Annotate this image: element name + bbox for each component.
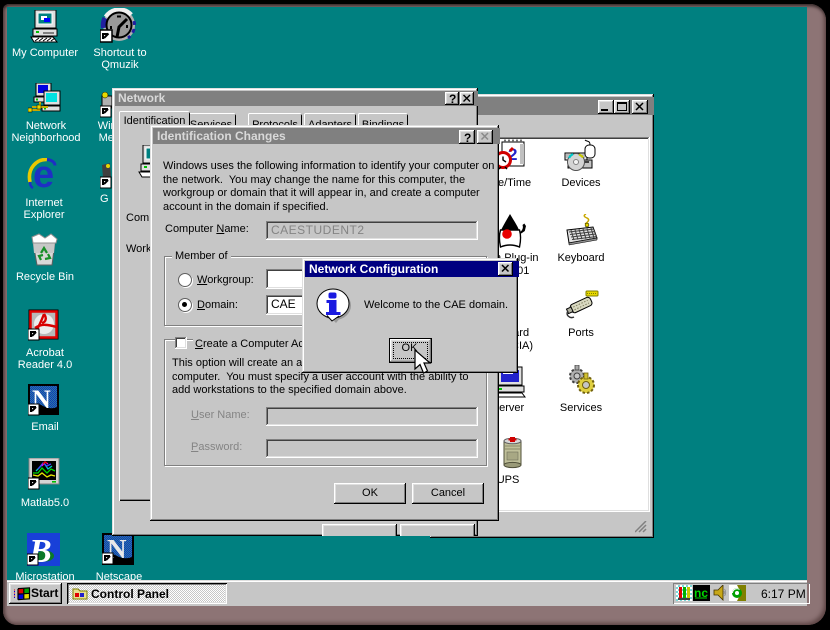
svg-text:?: ?	[464, 131, 471, 144]
svg-text:?: ?	[449, 92, 456, 105]
